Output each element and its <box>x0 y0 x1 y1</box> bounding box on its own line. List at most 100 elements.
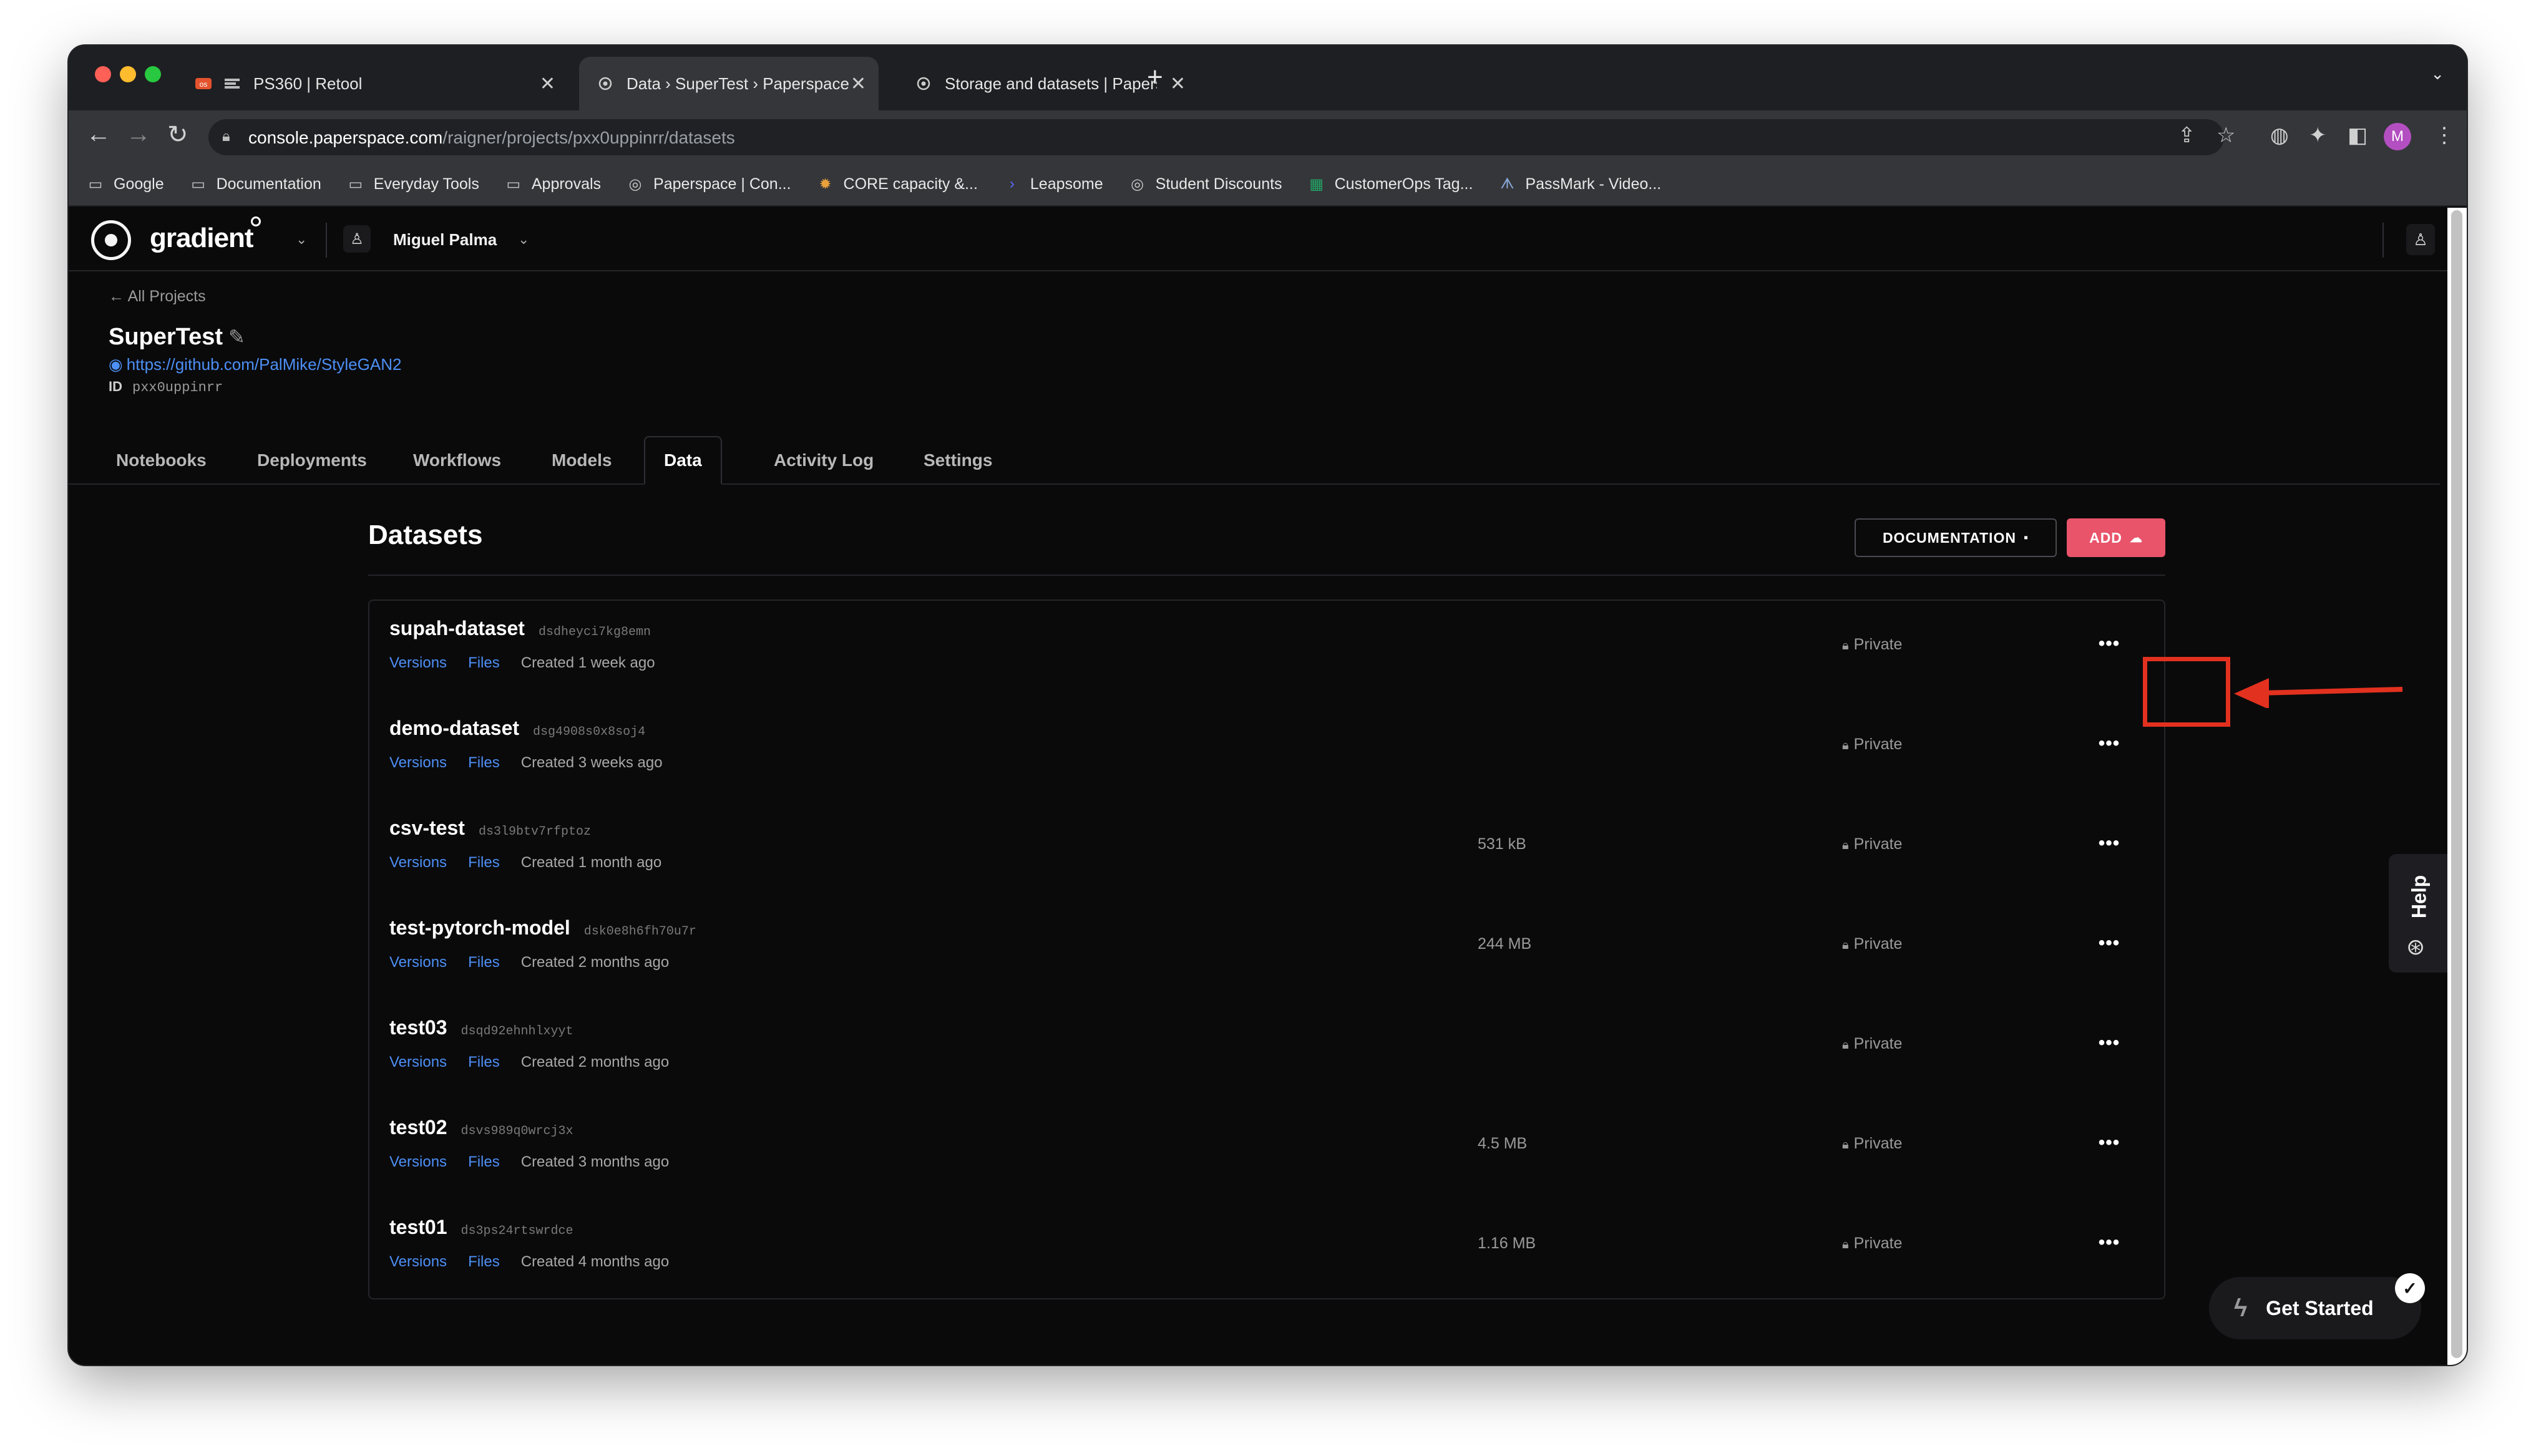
scrollbar[interactable] <box>2447 208 2467 1365</box>
dataset-name[interactable]: test02 dsvs989q0wrcj3x <box>389 1116 573 1139</box>
puzzle-icon[interactable]: ✦ <box>2309 123 2327 148</box>
more-options-button[interactable]: ••• <box>2092 1027 2127 1059</box>
versions-link[interactable]: Versions <box>389 954 447 971</box>
user-name[interactable]: Miguel Palma <box>393 230 497 250</box>
paperspace-icon <box>914 74 934 94</box>
files-link[interactable]: Files <box>468 854 500 871</box>
close-tab-icon[interactable]: ✕ <box>540 73 555 95</box>
tab-models[interactable]: Models <box>533 436 630 485</box>
dataset-name[interactable]: test-pytorch-model dsk0e8h6fh70u7r <box>389 916 696 939</box>
created-text: Created 3 months ago <box>520 1153 670 1170</box>
versions-link[interactable]: Versions <box>389 1054 447 1070</box>
chevron-down-icon[interactable]: ⌄ <box>2431 64 2444 84</box>
extension-globe-icon[interactable]: ◍ <box>2270 123 2289 148</box>
back-arrow-icon[interactable]: ← <box>86 120 111 148</box>
files-link[interactable]: Files <box>468 1153 500 1170</box>
versions-link[interactable]: Versions <box>389 754 447 771</box>
list-item: test-pytorch-model dsk0e8h6fh70u7r Versio… <box>369 900 2164 1000</box>
lock-icon: 🔒︎ <box>1842 1138 1849 1152</box>
bookmark-core-capacity[interactable]: ✹ CORE capacity &... <box>816 175 977 193</box>
forward-arrow-icon[interactable]: → <box>126 120 151 148</box>
versions-link[interactable]: Versions <box>389 854 447 871</box>
bookmark-passmark[interactable]: ᗑ PassMark - Video... <box>1498 175 1661 193</box>
dataset-name[interactable]: csv-test ds3l9btv7rfptoz <box>389 817 591 840</box>
minimize-window-button[interactable] <box>120 66 136 82</box>
gradient-logo-text[interactable]: gradient <box>150 223 254 254</box>
github-link[interactable]: ◉ https://github.com/PalMike/StyleGAN2 <box>109 355 401 374</box>
close-tab-icon[interactable]: ✕ <box>851 73 866 95</box>
tab-data[interactable]: Data <box>644 436 722 485</box>
versions-link[interactable]: Versions <box>389 1253 447 1270</box>
dataset-name[interactable]: test01 ds3ps24rtswrdce <box>389 1216 573 1239</box>
files-link[interactable]: Files <box>468 1253 500 1270</box>
more-options-button[interactable]: ••• <box>2092 628 2127 659</box>
more-options-button[interactable]: ••• <box>2092 1227 2127 1258</box>
bookmark-leapsome[interactable]: › Leapsome <box>1003 175 1103 193</box>
dataset-name[interactable]: demo-dataset dsg4908s0x8soj4 <box>389 717 645 740</box>
chevron-down-icon[interactable]: ⌄ <box>296 231 307 248</box>
list-item: test03 dsqd92ehnhlxyyt Versions Files Creat… <box>369 1000 2164 1100</box>
leapsome-icon: › <box>1009 175 1015 192</box>
bookmark-student-discounts[interactable]: ◎ Student Discounts <box>1128 175 1282 193</box>
files-link[interactable]: Files <box>468 1054 500 1070</box>
files-link[interactable]: Files <box>468 754 500 771</box>
account-icon[interactable]: ♙ <box>2406 224 2435 255</box>
folder-icon: ▭ <box>191 175 205 193</box>
tab-strip: os PS360 | Retool ✕ Data › SuperTest › P… <box>69 46 2467 110</box>
back-link[interactable]: ← All Projects <box>109 288 206 306</box>
more-options-button[interactable]: ••• <box>2092 828 2127 859</box>
created-text: Created 1 month ago <box>520 854 662 871</box>
created-text: Created 1 week ago <box>520 654 655 671</box>
tab-settings[interactable]: Settings <box>905 436 1011 485</box>
tab-title: Data › SuperTest › Paperspace <box>627 74 849 93</box>
dataset-name[interactable]: test03 dsqd92ehnhlxyyt <box>389 1016 573 1039</box>
documentation-button[interactable]: DOCUMENTATION ▪ <box>1855 518 2057 557</box>
sidebar-icon[interactable]: ◧ <box>2348 123 2368 148</box>
bookmark-paperspace[interactable]: ◎ Paperspace | Con... <box>626 175 791 193</box>
kebab-menu-icon[interactable]: ⋮ <box>2434 123 2455 148</box>
list-item: test02 dsvs989q0wrcj3x Versions Files Creat… <box>369 1100 2164 1200</box>
tab-notebooks[interactable]: Notebooks <box>97 436 225 485</box>
bookmark-customerops[interactable]: ▦ CustomerOps Tag... <box>1307 175 1473 193</box>
bookmarks-bar: ▭ Google ▭ Documentation ▭ Everyday Tools ▭… <box>69 163 2467 206</box>
tab-activity-log[interactable]: Activity Log <box>755 436 892 485</box>
tab-deployments[interactable]: Deployments <box>238 436 386 485</box>
more-options-button[interactable]: ••• <box>2092 728 2127 759</box>
bookmark-google[interactable]: ▭ Google <box>86 175 164 193</box>
new-tab-icon[interactable]: + <box>1147 62 1163 93</box>
scrollbar-thumb[interactable] <box>2451 210 2462 1358</box>
versions-link[interactable]: Versions <box>389 654 447 671</box>
retool-menu-icon <box>222 74 242 94</box>
close-tab-icon[interactable]: ✕ <box>1170 73 1186 95</box>
share-icon[interactable]: ⇪ <box>2178 123 2196 148</box>
versions-link[interactable]: Versions <box>389 1153 447 1170</box>
profile-avatar[interactable]: M <box>2384 123 2411 150</box>
user-icon: ♙ <box>343 225 371 253</box>
browser-tab-retool[interactable]: os PS360 | Retool ✕ <box>193 57 568 110</box>
bookmark-approvals[interactable]: ▭ Approvals <box>504 175 602 193</box>
more-options-button[interactable]: ••• <box>2092 928 2127 959</box>
bookmark-everyday-tools[interactable]: ▭ Everyday Tools <box>346 175 479 193</box>
lock-icon: 🔒︎ <box>1842 739 1849 752</box>
pencil-icon[interactable]: ✎ <box>228 325 245 349</box>
maximize-window-button[interactable] <box>145 66 161 82</box>
gradient-logo-icon[interactable] <box>91 220 131 260</box>
address-bar[interactable]: 🔒︎ console.paperspace.com/raigner/projec… <box>208 119 2224 155</box>
close-window-button[interactable] <box>95 66 111 82</box>
chevron-down-icon[interactable]: ⌄ <box>518 231 529 248</box>
dataset-name[interactable]: supah-dataset dsdheyci7kg8emn <box>389 617 651 640</box>
more-options-button[interactable]: ••• <box>2092 1127 2127 1158</box>
browser-tab-data[interactable]: Data › SuperTest › Paperspace ✕ <box>579 57 879 110</box>
files-link[interactable]: Files <box>468 954 500 971</box>
reload-icon[interactable]: ↻ <box>167 120 188 149</box>
tab-workflows[interactable]: Workflows <box>394 436 520 485</box>
bookmark-documentation[interactable]: ▭ Documentation <box>189 175 321 193</box>
visibility-badge: 🔒︎ Private <box>1842 636 1903 653</box>
get-started-button[interactable]: ϟ Get Started <box>2209 1277 2421 1339</box>
checkmark-icon: ✓ <box>2395 1273 2425 1303</box>
help-tab[interactable]: Help ⊛ <box>2389 854 2449 973</box>
list-item: supah-dataset dsdheyci7kg8emn Versions Fil… <box>369 601 2164 701</box>
star-icon[interactable]: ☆ <box>2217 123 2235 148</box>
files-link[interactable]: Files <box>468 654 500 671</box>
add-dataset-button[interactable]: ADD ☁︎ <box>2067 518 2165 557</box>
